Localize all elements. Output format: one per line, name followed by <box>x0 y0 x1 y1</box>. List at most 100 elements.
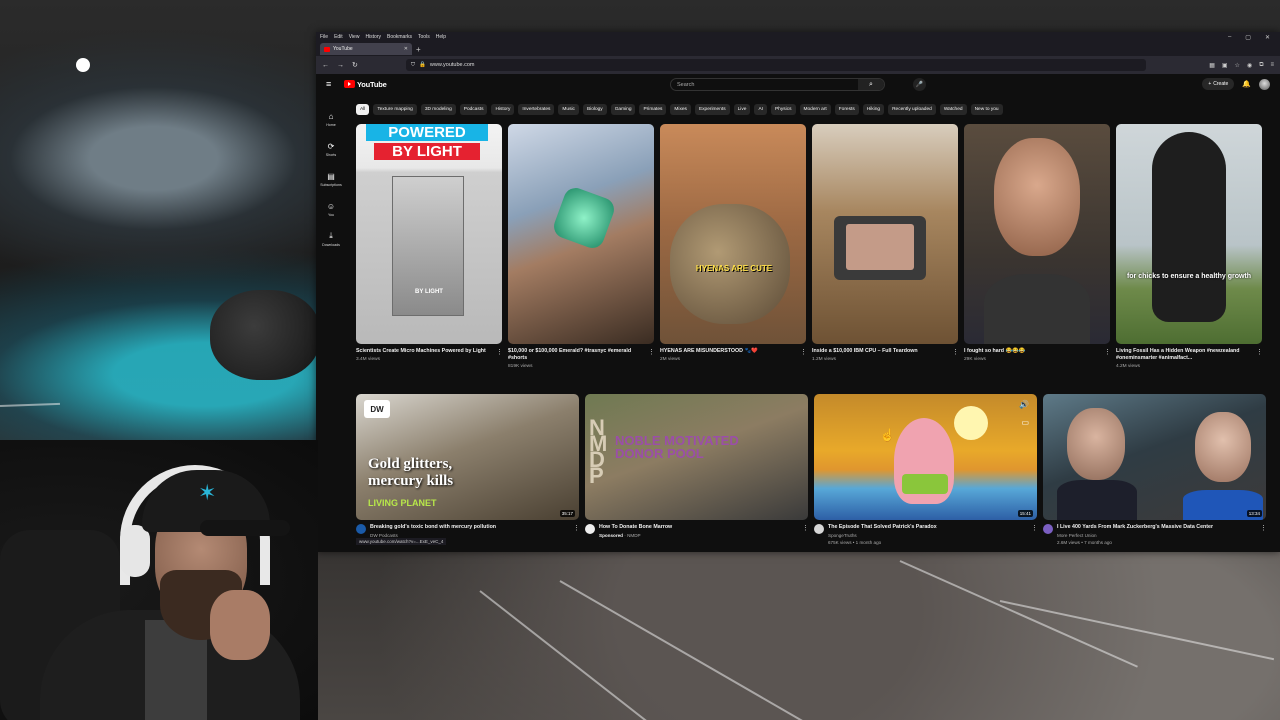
close-tab-icon[interactable]: ✕ <box>404 46 408 52</box>
menu-file[interactable]: File <box>320 34 328 40</box>
minimize-button[interactable]: – <box>1228 34 1231 41</box>
short-thumbnail[interactable] <box>964 124 1110 344</box>
short-title[interactable]: HYENAS ARE MISUNDERSTOOD 🐾❤️ <box>660 348 800 355</box>
menu-history[interactable]: History <box>365 34 381 40</box>
more-options-icon[interactable]: ⋮ <box>1256 348 1263 369</box>
youtube-logo[interactable]: YouTube <box>344 80 387 89</box>
chip[interactable]: Live <box>733 104 751 115</box>
short-title[interactable]: Living Fossil Has a Hidden Weapon #newze… <box>1116 348 1256 362</box>
hamburger-menu-icon[interactable]: ≡ <box>326 79 344 89</box>
short-title[interactable]: I fought so hard 😂😂😂 <box>964 348 1104 355</box>
short-title[interactable]: Inside a $10,000 IBM CPU – Full Teardown <box>812 348 952 355</box>
short-card[interactable]: I fought so hard 😂😂😂 29K views ⋮ <box>964 124 1111 369</box>
video-title[interactable]: The Episode That Solved Patrick's Parado… <box>828 524 1027 531</box>
short-thumbnail[interactable]: for chicks to ensure a healthy growth <box>1116 124 1262 344</box>
menu-edit[interactable]: Edit <box>334 34 343 40</box>
channel-avatar[interactable] <box>356 524 366 534</box>
forward-icon[interactable]: → <box>337 62 344 69</box>
channel-name[interactable]: NMDP <box>627 533 641 538</box>
reader-icon[interactable]: ▦ <box>1209 62 1215 69</box>
microphone-icon[interactable]: 🎤 <box>913 78 926 91</box>
more-options-icon[interactable]: ⋮ <box>1031 524 1038 545</box>
short-card[interactable]: HYENAS ARE CUTE HYENAS ARE MISUNDERSTOOD… <box>660 124 807 369</box>
channel-name[interactable]: More Perfect Union <box>1057 533 1256 538</box>
channel-avatar[interactable] <box>585 524 595 534</box>
search-input[interactable]: Search <box>677 82 858 88</box>
short-thumbnail[interactable]: HYENAS ARE CUTE <box>660 124 806 344</box>
channel-name[interactable]: SpongeTruths <box>828 533 1027 538</box>
chip[interactable]: Biology <box>582 104 607 115</box>
address-bar[interactable]: ⛉ 🔒 www.youtube.com <box>405 59 1146 71</box>
video-thumbnail[interactable]: DW Gold glitters, mercury kills LIVING P… <box>356 394 579 520</box>
search-icon[interactable]: ⌕ <box>858 79 884 90</box>
app-menu-icon[interactable]: ≡ <box>1270 62 1274 69</box>
chip[interactable]: 3D modeling <box>420 104 456 115</box>
bookmark-star-icon[interactable]: ☆ <box>1235 62 1240 69</box>
more-options-icon[interactable]: ⋮ <box>800 348 807 362</box>
chip[interactable]: Hiking <box>862 104 885 115</box>
short-title[interactable]: $10,000 or $100,000 Emerald? #trasnyc #e… <box>508 348 648 362</box>
video-title[interactable]: Breaking gold's toxic bond with mercury … <box>370 524 569 531</box>
short-card[interactable]: for chicks to ensure a healthy growth Li… <box>1116 124 1263 369</box>
volume-icon[interactable]: 🔊 <box>1019 400 1029 409</box>
more-options-icon[interactable]: ⋮ <box>1260 524 1267 545</box>
chip[interactable]: Experiments <box>694 104 730 115</box>
chip[interactable]: Music <box>558 104 579 115</box>
reload-icon[interactable]: ↻ <box>352 61 358 69</box>
short-thumbnail[interactable] <box>812 124 958 344</box>
new-tab-button[interactable]: + <box>416 45 421 54</box>
video-thumbnail[interactable]: NMDP NOBLE MOTIVATED DONOR POOL <box>585 394 808 520</box>
sidebar-item-downloads[interactable]: ⤓ Downloads <box>316 224 346 254</box>
create-button[interactable]: + Create <box>1202 78 1235 90</box>
video-thumbnail[interactable]: 🔊 ▭ ☝ 15:41 <box>814 394 1037 520</box>
chip[interactable]: Recently uploaded <box>888 104 936 115</box>
extensions-puzzle-icon[interactable]: ⧉ <box>1259 62 1263 69</box>
chip[interactable]: Modern art <box>799 104 831 115</box>
menu-tools[interactable]: Tools <box>418 34 430 40</box>
chip[interactable]: Physics <box>770 104 796 115</box>
close-window-button[interactable]: ✕ <box>1265 34 1270 41</box>
video-card[interactable]: NMDP NOBLE MOTIVATED DONOR POOL How To D… <box>585 394 809 545</box>
channel-avatar[interactable] <box>814 524 824 534</box>
notifications-bell-icon[interactable]: 🔔 <box>1242 80 1251 88</box>
chip[interactable]: Podcasts <box>459 104 488 115</box>
sidebar-item-home[interactable]: ⌂ Home <box>316 104 346 134</box>
chip[interactable]: New to you <box>970 104 1003 115</box>
chip[interactable]: Texture mapping <box>373 104 417 115</box>
chip[interactable]: AI <box>754 104 767 115</box>
short-card[interactable]: POWERED BY LIGHT BY LIGHT Scientists Cre… <box>356 124 503 369</box>
sidebar-item-subscriptions[interactable]: ▤ Subscriptions <box>316 164 346 194</box>
chip[interactable]: History <box>491 104 515 115</box>
short-thumbnail[interactable] <box>508 124 654 344</box>
chip[interactable]: Invertebrates <box>518 104 555 115</box>
more-options-icon[interactable]: ⋮ <box>648 348 655 369</box>
more-options-icon[interactable]: ⋮ <box>802 524 809 538</box>
short-card[interactable]: $10,000 or $100,000 Emerald? #trasnyc #e… <box>508 124 655 369</box>
captions-icon[interactable]: ▭ <box>1021 418 1029 427</box>
short-thumbnail[interactable]: POWERED BY LIGHT BY LIGHT <box>356 124 502 344</box>
extension-icon[interactable]: ▣ <box>1222 62 1228 69</box>
menu-bookmarks[interactable]: Bookmarks <box>387 34 412 40</box>
channel-avatar[interactable] <box>1043 524 1053 534</box>
search-box[interactable]: Search ⌕ <box>670 78 885 91</box>
back-icon[interactable]: ← <box>322 62 329 69</box>
short-card[interactable]: Inside a $10,000 IBM CPU – Full Teardown… <box>812 124 959 369</box>
chip[interactable]: Mixes <box>670 104 691 115</box>
tab-youtube[interactable]: YouTube ✕ <box>320 43 412 55</box>
chip[interactable]: Forests <box>834 104 859 115</box>
short-title[interactable]: Scientists Create Micro Machines Powered… <box>356 348 496 355</box>
more-options-icon[interactable]: ⋮ <box>496 348 503 362</box>
menu-view[interactable]: View <box>349 34 360 40</box>
sidebar-item-you[interactable]: ☺ You <box>316 194 346 224</box>
chip[interactable]: Gaming <box>610 104 636 115</box>
video-title[interactable]: How To Donate Bone Marrow <box>599 524 798 531</box>
video-card[interactable]: 🔊 ▭ ☝ 15:41 The Episode That Solved Patr… <box>814 394 1038 545</box>
video-thumbnail[interactable]: 13:34 <box>1043 394 1266 520</box>
sidebar-item-shorts[interactable]: ⟳ Shorts <box>316 134 346 164</box>
more-options-icon[interactable]: ⋮ <box>1104 348 1111 362</box>
account-icon[interactable]: ◉ <box>1247 62 1252 69</box>
avatar[interactable] <box>1259 78 1270 90</box>
video-card[interactable]: DW Gold glitters, mercury kills LIVING P… <box>356 394 580 545</box>
chip-all[interactable]: All <box>356 104 370 115</box>
maximize-button[interactable]: ▢ <box>1245 34 1251 41</box>
